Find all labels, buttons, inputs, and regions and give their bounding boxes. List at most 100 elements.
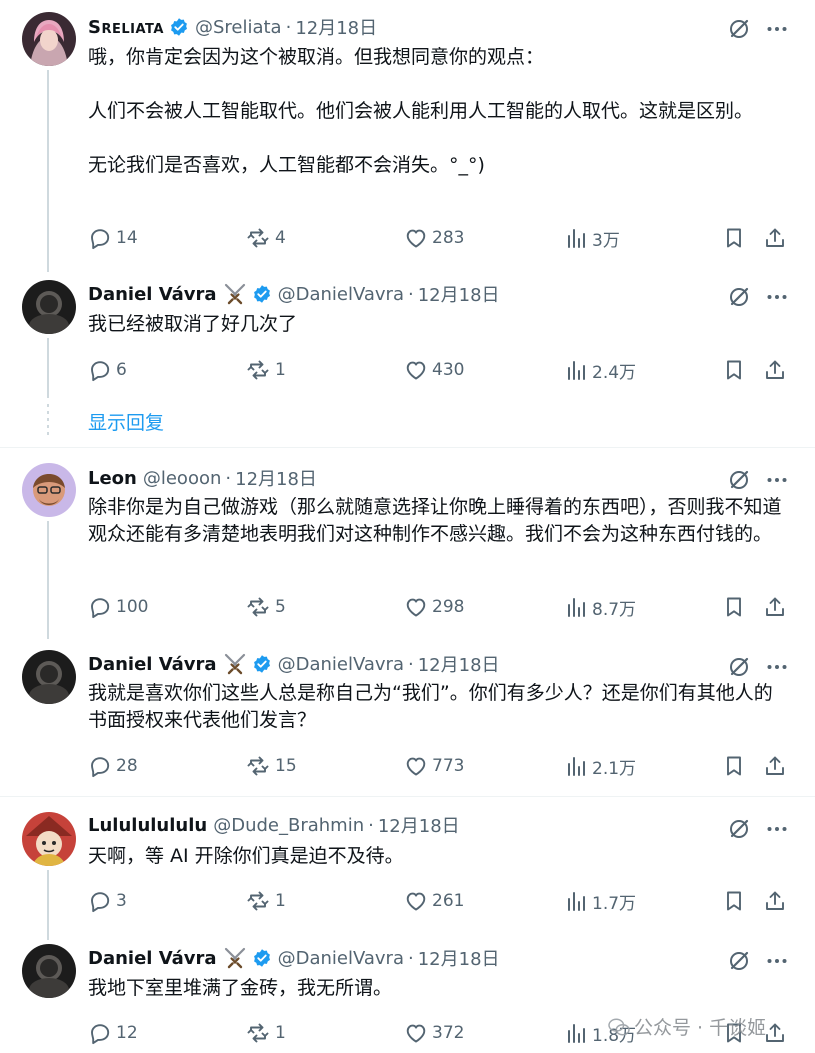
display-name[interactable]: Daniel Vávra	[88, 284, 217, 305]
like-count: 430	[432, 360, 465, 380]
share-icon	[763, 889, 787, 913]
views-count: 2.1万	[592, 758, 637, 779]
grok-icon[interactable]	[727, 468, 751, 492]
timestamp[interactable]: 12月18日	[378, 812, 460, 838]
like-button[interactable]: 773	[404, 752, 464, 780]
bookmark-button[interactable]	[722, 752, 746, 780]
like-button[interactable]: 261	[404, 887, 464, 915]
reply-count: 6	[116, 360, 127, 380]
reply-button[interactable]: 28	[88, 752, 138, 780]
verified-badge-icon	[252, 948, 272, 968]
views-button[interactable]: 8.7万	[564, 593, 636, 621]
repost-count: 1	[275, 891, 286, 911]
views-button[interactable]: 3万	[564, 224, 620, 252]
timestamp[interactable]: 12月18日	[418, 651, 500, 677]
timestamp[interactable]: 12月18日	[235, 465, 317, 491]
grok-icon[interactable]	[727, 817, 751, 841]
separator-dot: ·	[407, 653, 414, 675]
timestamp[interactable]: 12月18日	[295, 14, 377, 40]
user-handle[interactable]: @DanielVavra	[278, 654, 404, 675]
share-button[interactable]	[763, 224, 787, 252]
grok-icon[interactable]	[727, 285, 751, 309]
share-button[interactable]	[763, 752, 787, 780]
views-button[interactable]: 1.7万	[564, 887, 636, 915]
tweet-text-spacer	[88, 125, 788, 152]
tweet-header: Leon @leooon · 12月18日	[88, 465, 317, 491]
display-name[interactable]: Lulululululu	[88, 815, 207, 836]
heart-icon	[404, 754, 428, 778]
like-count: 298	[432, 597, 465, 617]
more-options-icon[interactable]	[765, 468, 789, 492]
share-button[interactable]	[763, 1019, 787, 1047]
more-options-icon[interactable]	[765, 285, 789, 309]
share-button[interactable]	[763, 593, 787, 621]
user-handle[interactable]: @DanielVavra	[278, 284, 404, 305]
tweet-text-line: 哦，你肯定会因为这个被取消。但我想同意你的观点：	[88, 46, 545, 68]
timestamp[interactable]: 12月18日	[418, 945, 500, 971]
tweet-text: 哦，你肯定会因为这个被取消。但我想同意你的观点： 人们不会被人工智能取代。他们会…	[88, 44, 788, 179]
more-options-icon[interactable]	[765, 817, 789, 841]
reply-button[interactable]: 14	[88, 224, 138, 252]
avatar[interactable]	[22, 12, 76, 66]
bookmark-button[interactable]	[722, 356, 746, 384]
reply-icon	[88, 358, 112, 382]
reply-button[interactable]: 6	[88, 356, 127, 384]
repost-icon	[245, 226, 271, 250]
repost-button[interactable]: 15	[245, 752, 297, 780]
user-handle[interactable]: @leooon	[143, 468, 222, 489]
show-replies-link[interactable]: 显示回复	[88, 408, 164, 435]
separator-dot: ·	[407, 283, 414, 305]
like-button[interactable]: 283	[404, 224, 464, 252]
grok-icon[interactable]	[727, 949, 751, 973]
bookmark-button[interactable]	[722, 593, 746, 621]
repost-button[interactable]: 1	[245, 1019, 286, 1047]
views-button[interactable]: 2.4万	[564, 356, 636, 384]
user-handle[interactable]: @DanielVavra	[278, 948, 404, 969]
views-button[interactable]: 2.1万	[564, 752, 636, 780]
tweet-text: 天啊，等 AI 开除你们真是迫不及待。	[88, 843, 788, 870]
wechat-icon	[608, 1018, 630, 1035]
avatar[interactable]	[22, 944, 76, 998]
more-options-icon[interactable]	[765, 17, 789, 41]
separator-dot: ·	[285, 16, 292, 38]
reply-button[interactable]: 12	[88, 1019, 138, 1047]
more-options-icon[interactable]	[765, 655, 789, 679]
grok-icon[interactable]	[727, 17, 751, 41]
share-icon	[763, 754, 787, 778]
views-count: 2.4万	[592, 362, 637, 383]
avatar[interactable]	[22, 463, 76, 517]
user-handle[interactable]: @Sreliata	[195, 17, 282, 38]
reply-button[interactable]: 100	[88, 593, 148, 621]
display-name[interactable]: Daniel Vávra	[88, 654, 217, 675]
user-handle[interactable]: @Dude_Brahmin	[213, 815, 364, 836]
thread-line	[47, 70, 49, 272]
repost-button[interactable]: 1	[245, 356, 286, 384]
grok-icon[interactable]	[727, 655, 751, 679]
display-name[interactable]: Leon	[88, 468, 137, 489]
bookmark-button[interactable]	[722, 224, 746, 252]
more-options-icon[interactable]	[765, 949, 789, 973]
repost-button[interactable]: 1	[245, 887, 286, 915]
tweet-text-line: 人们不会被人工智能取代。他们会被人能利用人工智能的人取代。这就是区别。	[88, 100, 754, 122]
tweet-text-line: 我就是喜欢你们这些人总是称自己为“我们”。你们有多少人？还是你们有其他人的书面授…	[88, 682, 773, 731]
avatar[interactable]	[22, 650, 76, 704]
bookmark-icon	[722, 595, 746, 619]
timestamp[interactable]: 12月18日	[418, 281, 500, 307]
share-button[interactable]	[763, 356, 787, 384]
views-count: 3万	[592, 230, 620, 251]
share-button[interactable]	[763, 887, 787, 915]
reply-button[interactable]: 3	[88, 887, 127, 915]
like-button[interactable]: 372	[404, 1019, 464, 1047]
avatar[interactable]	[22, 812, 76, 866]
repost-button[interactable]: 5	[245, 593, 286, 621]
like-button[interactable]: 298	[404, 593, 464, 621]
avatar[interactable]	[22, 280, 76, 334]
like-button[interactable]: 430	[404, 356, 464, 384]
display-name[interactable]: Sreliata	[88, 17, 164, 38]
repost-button[interactable]: 4	[245, 224, 286, 252]
divider	[0, 447, 815, 448]
display-name[interactable]: Daniel Vávra	[88, 948, 217, 969]
bookmark-button[interactable]	[722, 887, 746, 915]
tweet-text-line: 我已经被取消了好几次了	[88, 313, 298, 335]
reply-icon	[88, 889, 112, 913]
